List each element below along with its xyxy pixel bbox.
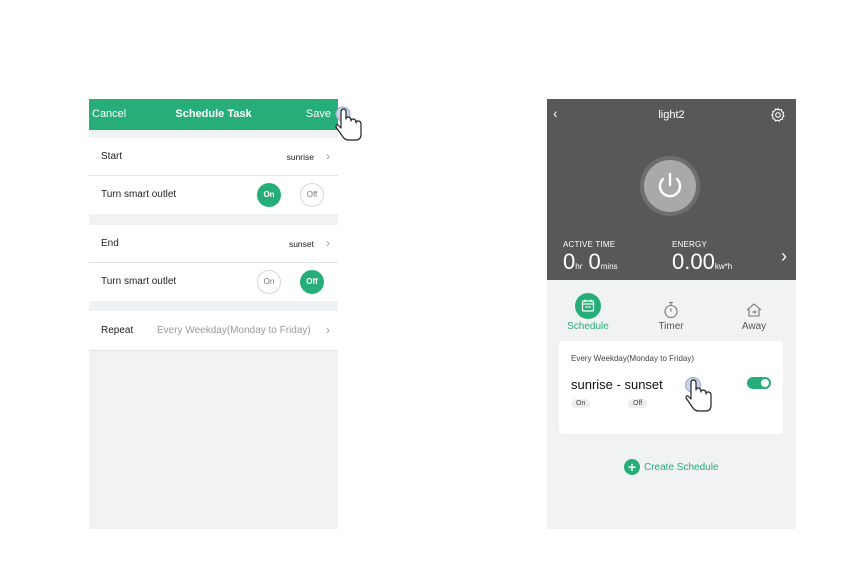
save-button[interactable]: Save	[306, 108, 331, 120]
end-on-button[interactable]: On	[257, 270, 281, 294]
start-off-button[interactable]: Off	[300, 183, 324, 207]
stopwatch-icon	[664, 301, 678, 319]
energy-value: 0.00kw*h	[672, 249, 733, 274]
power-button-face	[644, 160, 696, 212]
device-name: light2	[658, 109, 685, 121]
feature-tabs: Schedule Timer Away	[547, 293, 796, 333]
repeat-value: Every Weekday(Monday to Friday)	[157, 325, 311, 336]
status-badge: Off	[628, 399, 648, 408]
energy-label: ENERGY	[672, 240, 707, 249]
chevron-right-icon[interactable]: ›	[781, 246, 787, 267]
calendar-icon	[575, 293, 601, 319]
device-header-panel: ‹ light2 ACTIVE TIME 0hr 0mins ENERGY 0.…	[547, 99, 796, 280]
end-off-button[interactable]: Off	[300, 270, 324, 294]
chevron-right-icon: ›	[326, 323, 330, 337]
away-home-icon	[746, 303, 762, 317]
start-label: Start	[101, 151, 123, 162]
tap-hand-icon	[685, 377, 712, 412]
schedule-task-nav-bar: Cancel Schedule Task Save	[89, 99, 338, 130]
start-on-button[interactable]: On	[257, 183, 281, 207]
chevron-right-icon: ›	[326, 149, 330, 163]
tab-timer[interactable]: Timer	[636, 293, 706, 332]
power-button[interactable]	[640, 156, 700, 216]
start-value: sunrise	[286, 152, 314, 162]
page-title: Schedule Task	[175, 108, 252, 120]
power-icon	[658, 172, 682, 198]
create-schedule-label: Create Schedule	[644, 461, 719, 473]
active-time-label: ACTIVE TIME	[563, 240, 616, 249]
repeat-label: Repeat	[101, 325, 134, 336]
tab-timer-label: Timer	[658, 321, 684, 332]
tab-away[interactable]: Away	[719, 293, 789, 332]
gear-icon[interactable]	[770, 107, 786, 123]
active-time-value: 0hr 0mins	[563, 249, 618, 274]
end-label: End	[101, 238, 119, 249]
tab-schedule-label: Schedule	[567, 321, 609, 332]
tab-schedule[interactable]: Schedule	[553, 293, 623, 332]
create-schedule-button[interactable]: + Create Schedule	[624, 459, 719, 475]
schedule-repeat: Every Weekday(Monday to Friday)	[571, 354, 695, 363]
schedule-task-screen: Cancel Schedule Task Save Start sunrise …	[89, 99, 338, 529]
repeat-row[interactable]: Repeat Every Weekday(Monday to Friday) ›	[89, 311, 338, 351]
end-outlet-label: Turn smart outlet	[101, 276, 177, 287]
tap-hand-icon	[335, 106, 362, 141]
tab-away-label: Away	[741, 321, 767, 332]
start-outlet-label: Turn smart outlet	[101, 189, 177, 200]
end-value: sunset	[288, 239, 314, 249]
chevron-right-icon: ›	[326, 236, 330, 250]
end-outlet-row: Turn smart outlet On Off	[89, 263, 338, 301]
start-row[interactable]: Start sunrise ›	[89, 138, 338, 176]
device-screen: ‹ light2 ACTIVE TIME 0hr 0mins ENERGY 0.…	[547, 99, 796, 529]
schedule-card[interactable]: Every Weekday(Monday to Friday) sunrise …	[559, 341, 783, 434]
start-outlet-row: Turn smart outlet On Off	[89, 176, 338, 214]
schedule-toggle[interactable]	[747, 377, 771, 389]
status-badge: On	[571, 399, 591, 408]
plus-icon: +	[624, 459, 640, 475]
end-row[interactable]: End sunset ›	[89, 225, 338, 263]
schedule-range: sunrise - sunset	[571, 377, 663, 392]
